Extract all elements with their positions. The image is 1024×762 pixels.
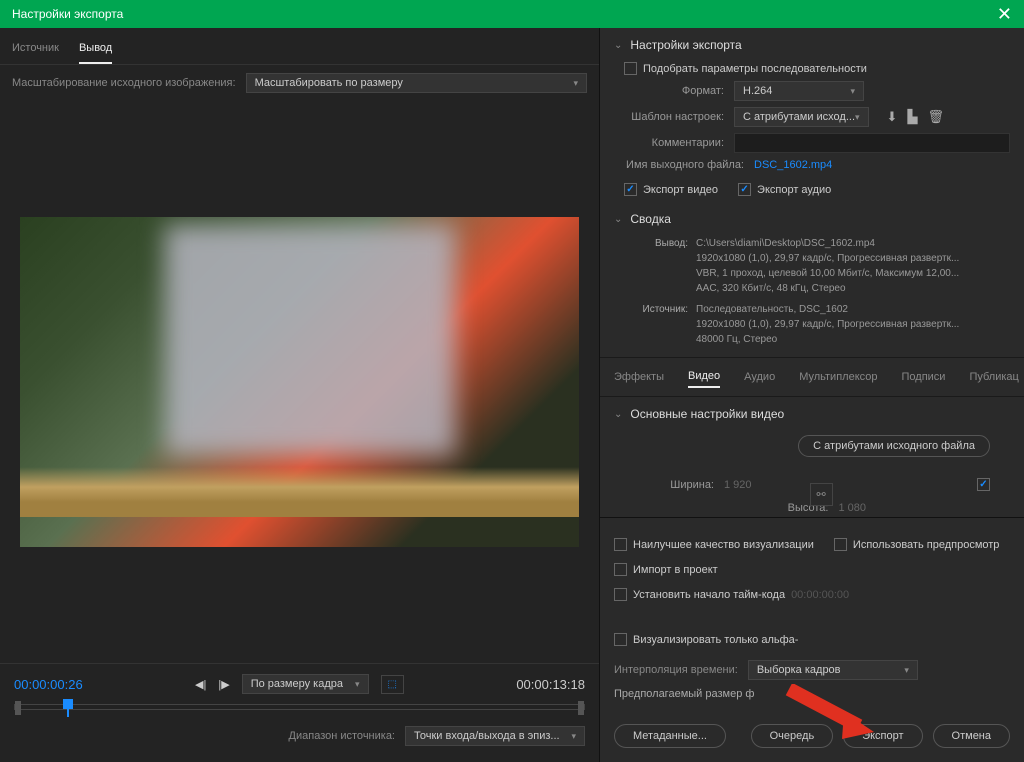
export-audio-checkbox[interactable] xyxy=(738,183,751,196)
chevron-down-icon: ▾ xyxy=(850,86,855,97)
section-toggle[interactable]: ⌄ Настройки экспорта xyxy=(614,38,1010,52)
comments-label: Комментарии: xyxy=(614,137,724,149)
metadata-button[interactable]: Метаданные... xyxy=(614,724,726,748)
chevron-down-icon: ⌄ xyxy=(614,214,622,225)
summary-block: Вывод: C:\Users\diami\Desktop\DSC_1602.m… xyxy=(628,236,1010,347)
summary-output-label: Вывод: xyxy=(628,236,688,296)
close-icon[interactable]: ✕ xyxy=(993,4,1016,25)
tab-output[interactable]: Вывод xyxy=(79,38,112,64)
render-alpha-label: Визуализировать только альфа- xyxy=(633,634,798,646)
out-point-marker[interactable] xyxy=(578,701,584,715)
scale-label: Масштабирование исходного изображения: xyxy=(12,77,236,89)
export-settings-title: Настройки экспорта xyxy=(630,38,741,52)
chevron-down-icon: ▾ xyxy=(573,78,578,89)
use-preview-label: Использовать предпросмотр xyxy=(853,539,1000,551)
prev-frame-icon[interactable]: ◀| xyxy=(195,678,206,691)
video-settings-section: ⌄ Основные настройки видео С атрибутами … xyxy=(600,397,1024,517)
interp-dropdown[interactable]: Выборка кадров ▾ xyxy=(748,660,918,680)
tab-effects[interactable]: Эффекты xyxy=(614,367,664,387)
sub-tabs: Эффекты Видео Аудио Мультиплексор Подпис… xyxy=(600,358,1024,397)
timeline-bar[interactable] xyxy=(14,704,585,710)
queue-button[interactable]: Очередь xyxy=(751,724,834,748)
window-title: Настройки экспорта xyxy=(8,7,123,21)
scale-dropdown[interactable]: Масштабировать по размеру ▾ xyxy=(246,73,587,93)
in-point-marker[interactable] xyxy=(15,701,21,715)
action-buttons: Метаданные... Очередь Экспорт Отмена xyxy=(600,716,1024,762)
height-value[interactable]: 1 080 xyxy=(838,502,866,514)
comments-input[interactable] xyxy=(734,133,1010,153)
chevron-down-icon: ▾ xyxy=(571,731,576,742)
import-preset-icon[interactable]: ▙ xyxy=(907,109,917,125)
export-settings-section: ⌄ Настройки экспорта Подобрать параметры… xyxy=(600,28,1024,358)
match-sequence-checkbox[interactable] xyxy=(624,62,637,75)
source-range-label: Диапазон источника: xyxy=(289,730,395,742)
timecode-in[interactable]: 00:00:00:26 xyxy=(14,677,83,692)
preview-image xyxy=(20,217,579,547)
titlebar: Настройки экспорта ✕ xyxy=(0,0,1024,28)
source-range-dropdown[interactable]: Точки входа/выхода в эпиз... ▾ xyxy=(405,726,585,746)
tab-audio[interactable]: Аудио xyxy=(744,367,775,387)
cancel-button[interactable]: Отмена xyxy=(933,724,1010,748)
link-dimensions-icon[interactable]: ⚯ xyxy=(810,483,833,506)
set-timecode-checkbox[interactable] xyxy=(614,588,627,601)
export-video-checkbox[interactable] xyxy=(624,183,637,196)
aspect-ratio-button[interactable]: ⬚ xyxy=(381,675,404,694)
left-panel: Источник Вывод Масштабирование исходного… xyxy=(0,28,600,762)
dimensions-match-checkbox[interactable] xyxy=(977,478,990,491)
timeline-area: 00:00:00:26 ◀| |▶ По размеру кадра ▾ ⬚ 0… xyxy=(0,663,599,762)
basic-video-title: Основные настройки видео xyxy=(630,407,784,421)
set-timecode-label: Установить начало тайм-кода xyxy=(633,589,785,601)
right-panel: ⌄ Настройки экспорта Подобрать параметры… xyxy=(600,28,1024,762)
import-project-checkbox[interactable] xyxy=(614,563,627,576)
format-dropdown[interactable]: H.264 ▾ xyxy=(734,81,864,101)
tab-publish[interactable]: Публикац xyxy=(969,367,1018,387)
tab-source[interactable]: Источник xyxy=(12,38,59,64)
summary-source-label: Источник: xyxy=(628,302,688,347)
match-source-button[interactable]: С атрибутами исходного файла xyxy=(798,435,990,457)
scale-row: Масштабирование исходного изображения: М… xyxy=(0,65,599,101)
export-video-label: Экспорт видео xyxy=(643,184,718,196)
preset-label: Шаблон настроек: xyxy=(614,111,724,123)
save-preset-icon[interactable]: ⬇ xyxy=(887,109,898,125)
width-label: Ширина: xyxy=(614,479,714,491)
output-name-label: Имя выходного файла: xyxy=(614,159,744,171)
tab-captions[interactable]: Подписи xyxy=(902,367,946,387)
best-quality-label: Наилучшее качество визуализации xyxy=(633,539,814,551)
best-quality-checkbox[interactable] xyxy=(614,538,627,551)
summary-toggle[interactable]: ⌄ Сводка xyxy=(614,212,1010,226)
render-alpha-checkbox[interactable] xyxy=(614,633,627,646)
estimated-size-label: Предполагаемый размер ф xyxy=(614,688,754,700)
preview-area xyxy=(0,101,599,663)
bottom-options: Наилучшее качество визуализации Использо… xyxy=(600,517,1024,716)
playhead[interactable] xyxy=(63,699,73,709)
summary-title: Сводка xyxy=(630,212,671,226)
chevron-down-icon: ▾ xyxy=(855,112,860,123)
chevron-down-icon: ⌄ xyxy=(614,40,622,51)
tab-video[interactable]: Видео xyxy=(688,366,720,388)
chevron-down-icon: ▾ xyxy=(355,679,360,690)
preview-tabs: Источник Вывод xyxy=(0,28,599,65)
scale-value: Масштабировать по размеру xyxy=(255,77,403,89)
chevron-down-icon: ▾ xyxy=(904,665,909,676)
use-preview-checkbox[interactable] xyxy=(834,538,847,551)
output-name-link[interactable]: DSC_1602.mp4 xyxy=(754,159,832,171)
delete-preset-icon[interactable]: 🗑 xyxy=(927,109,944,125)
timecode-out: 00:00:13:18 xyxy=(516,677,585,692)
fit-dropdown[interactable]: По размеру кадра ▾ xyxy=(242,674,369,694)
width-value[interactable]: 1 920 xyxy=(724,479,752,491)
tab-multiplexer[interactable]: Мультиплексор xyxy=(799,367,877,387)
import-project-label: Импорт в проект xyxy=(633,564,718,576)
timecode-value: 00:00:00:00 xyxy=(791,589,849,601)
basic-video-toggle[interactable]: ⌄ Основные настройки видео xyxy=(614,407,1010,421)
chevron-down-icon: ⌄ xyxy=(614,409,622,420)
format-label: Формат: xyxy=(614,85,724,97)
interp-label: Интерполяция времени: xyxy=(614,664,738,676)
preset-dropdown[interactable]: С атрибутами исход... ▾ xyxy=(734,107,869,127)
export-audio-label: Экспорт аудио xyxy=(757,184,831,196)
match-sequence-label: Подобрать параметры последовательности xyxy=(643,63,867,75)
export-button[interactable]: Экспорт xyxy=(843,724,922,748)
next-frame-icon[interactable]: |▶ xyxy=(218,678,229,691)
